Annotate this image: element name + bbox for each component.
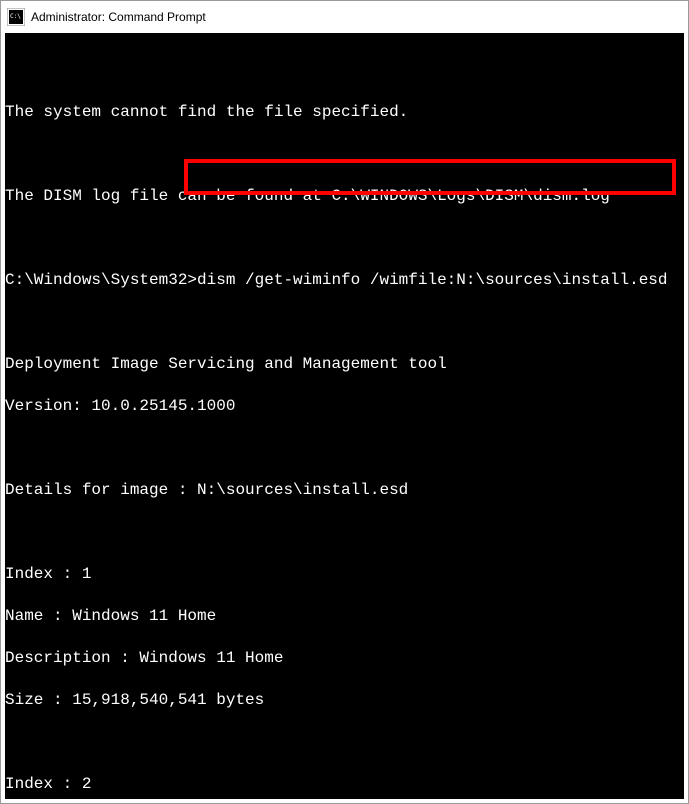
command-line: C:\Windows\System32>dism /get-wiminfo /w… [5,270,684,291]
blank-line [5,312,684,333]
image-size: Size : 15,918,540,541 bytes [5,690,684,711]
blank-line [5,522,684,543]
cmd-icon: C:\ [7,8,25,26]
tool-version: Version: 10.0.25145.1000 [5,396,684,417]
blank-line [5,60,684,81]
blank-line [5,438,684,459]
window-title: Administrator: Command Prompt [31,10,206,24]
titlebar[interactable]: C:\ Administrator: Command Prompt [1,1,688,33]
image-index: Index : 1 [5,564,684,585]
image-name: Name : Windows 11 Home [5,606,684,627]
error-message: The system cannot find the file specifie… [5,102,684,123]
blank-line [5,228,684,249]
image-index: Index : 2 [5,774,684,795]
command-text: dism /get-wiminfo /wimfile:N:\sources\in… [197,271,667,289]
blank-line [5,144,684,165]
tool-name: Deployment Image Servicing and Managemen… [5,354,684,375]
details-header: Details for image : N:\sources\install.e… [5,480,684,501]
terminal-output[interactable]: The system cannot find the file specifie… [5,33,684,799]
blank-line [5,732,684,753]
command-prompt-window: C:\ Administrator: Command Prompt The sy… [0,0,689,804]
image-description: Description : Windows 11 Home [5,648,684,669]
log-file-path: The DISM log file can be found at C:\WIN… [5,186,684,207]
svg-text:C:\: C:\ [10,13,21,20]
prompt-path: C:\Windows\System32> [5,271,197,289]
